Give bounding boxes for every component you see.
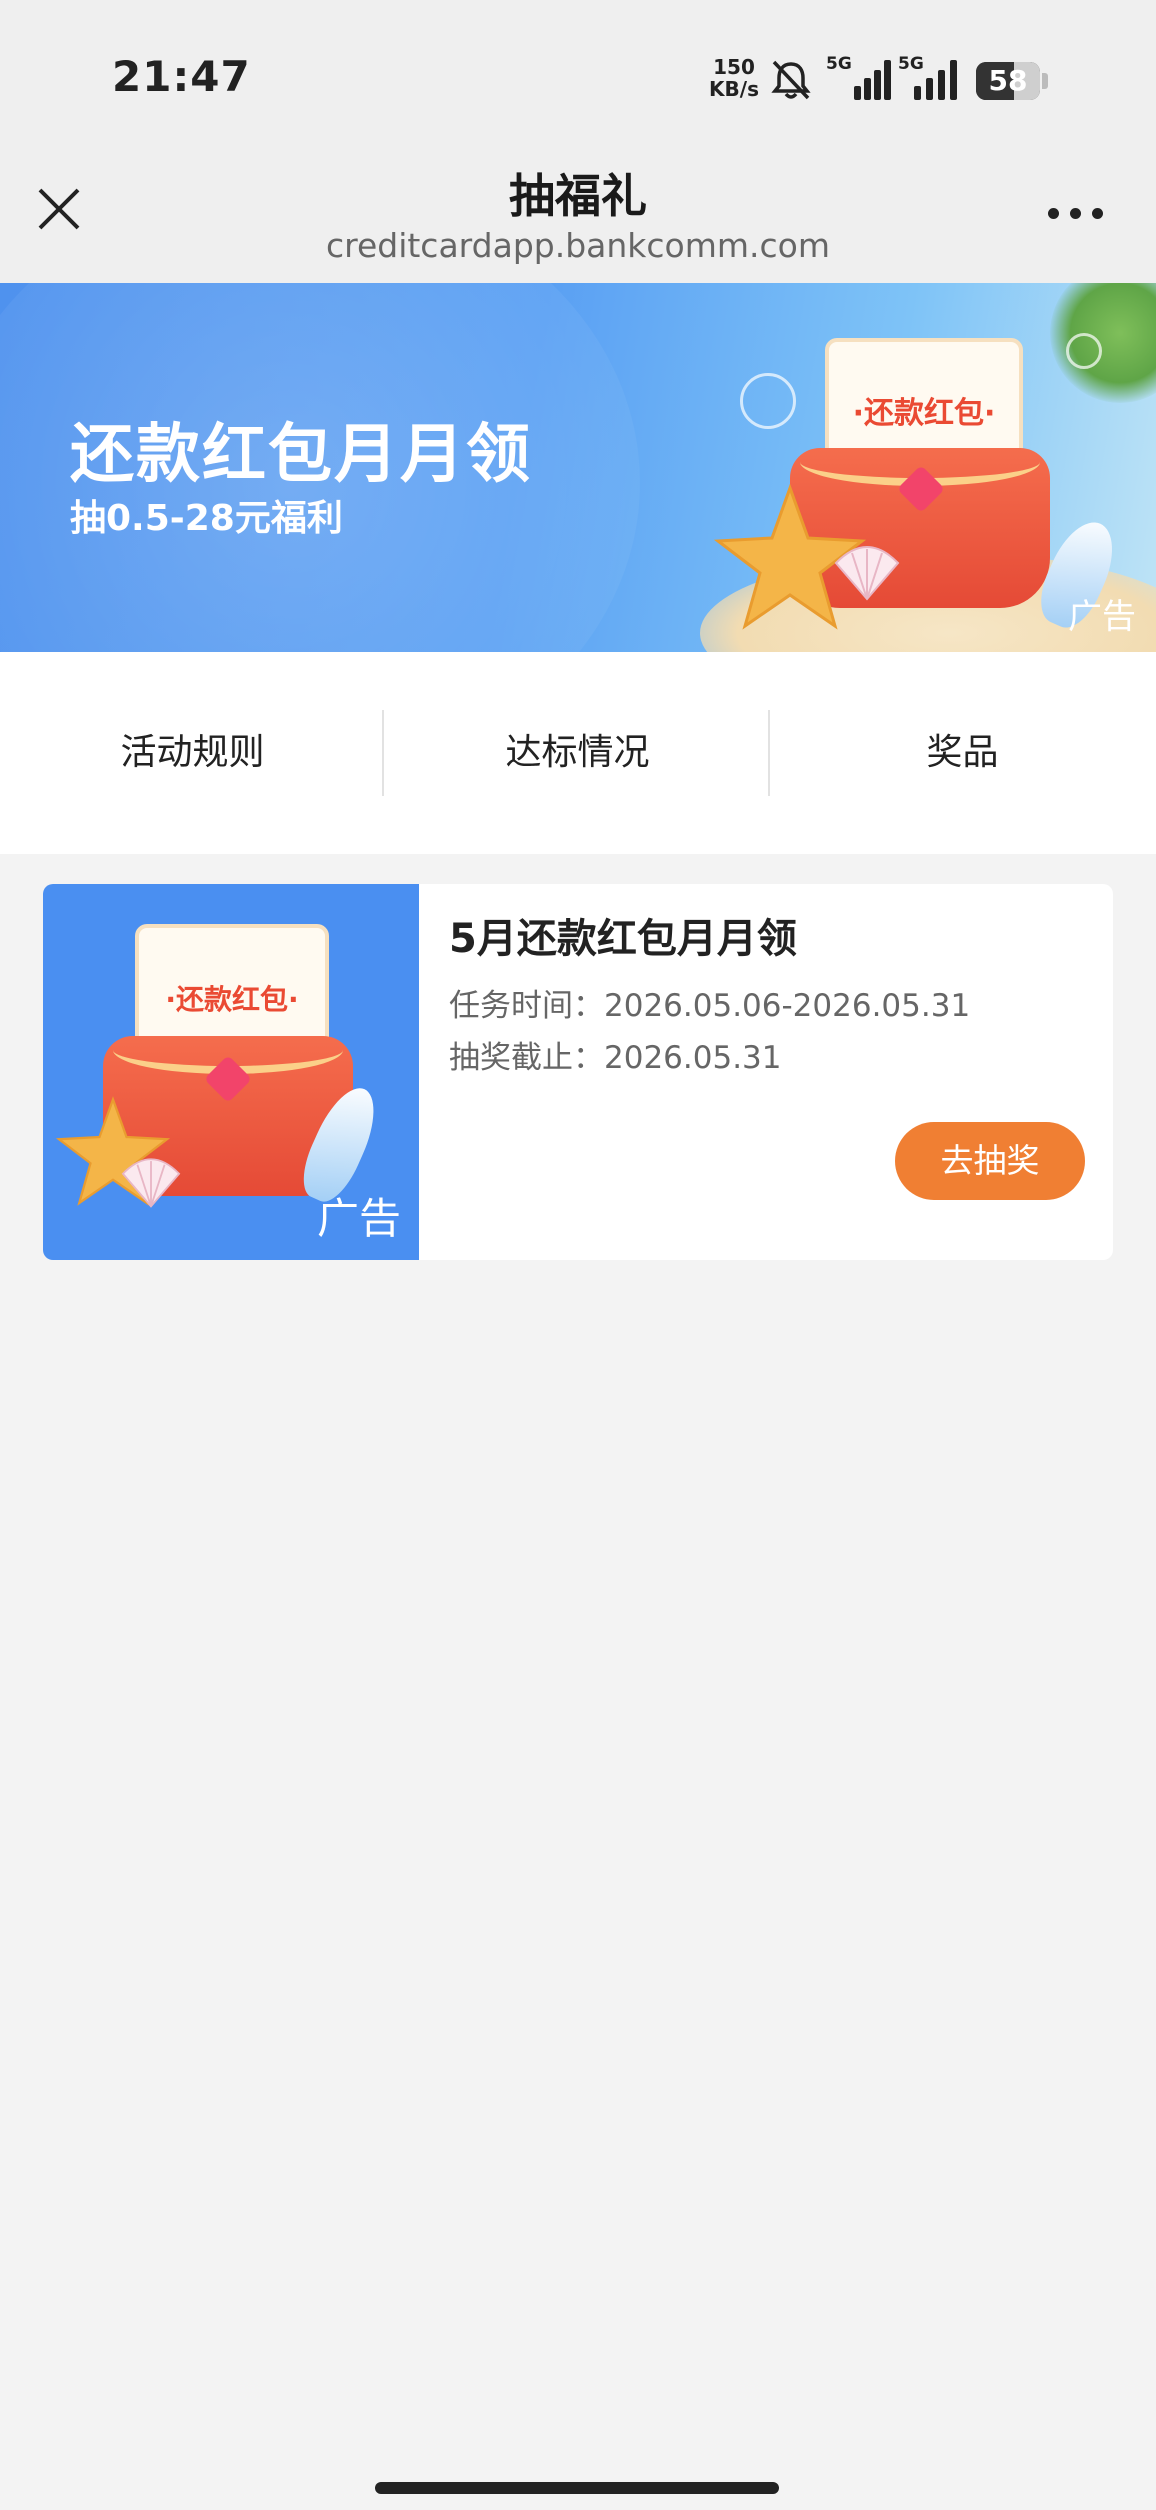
clock: 21:47 — [112, 52, 251, 101]
banner-title: 还款红包月月领 — [70, 418, 532, 492]
page-title: 抽福礼 — [509, 169, 647, 223]
ad-label: 广告 — [1068, 597, 1136, 637]
network-speed-value: 150 — [713, 55, 755, 79]
network-speed-unit: KB/s — [709, 77, 759, 101]
promo-banner[interactable]: ·还款红包· 还款红包月月领 抽0.5-28元福利 广告 — [0, 283, 1156, 652]
tab-compliance-status[interactable]: 达标情况 — [385, 652, 770, 854]
bubble-decoration-2 — [1066, 333, 1102, 369]
shell-icon — [834, 546, 900, 601]
network-speed: 150 KB/s — [704, 56, 764, 100]
sim2-label: 5G — [898, 54, 924, 74]
battery-level: 58 — [988, 64, 1028, 97]
tab-divider — [768, 710, 770, 796]
palm-leaf-decoration — [1050, 283, 1156, 403]
envelope-text: ·还款红包· — [852, 396, 996, 431]
battery-tip — [1042, 73, 1048, 89]
home-indicator[interactable] — [375, 2482, 779, 2494]
thumb-shell-icon — [121, 1158, 181, 1208]
tab-activity-rules[interactable]: 活动规则 — [0, 652, 385, 854]
activity-card[interactable]: ·还款红包· 广告 5月还款红包月月领 任务时间：2026.05.06-2026… — [43, 884, 1113, 1260]
more-options-icon[interactable] — [1040, 188, 1112, 238]
activity-thumbnail: ·还款红包· 广告 — [43, 884, 419, 1260]
tab-divider — [382, 710, 384, 796]
draw-deadline: 抽奖截止：2026.05.31 — [449, 1040, 782, 1076]
task-time: 任务时间：2026.05.06-2026.05.31 — [449, 988, 971, 1024]
signal-sim1-icon: 5G — [826, 52, 892, 100]
status-bar: 21:47 150 KB/s 5G 5G 58 — [0, 0, 1156, 145]
thumb-ad-label: 广告 — [316, 1194, 401, 1243]
go-draw-button[interactable]: 去抽奖 — [895, 1122, 1085, 1200]
banner-subtitle: 抽0.5-28元福利 — [70, 498, 343, 539]
signal-sim2-icon: 5G — [898, 52, 964, 100]
battery-icon: 58 — [976, 62, 1040, 100]
page-url: creditcardapp.bankcomm.com — [325, 226, 831, 265]
thumb-envelope-text: ·还款红包· — [165, 983, 299, 1016]
tab-bar: 活动规则 达标情况 奖品 — [0, 652, 1156, 854]
activity-title: 5月还款红包月月领 — [449, 916, 797, 962]
bubble-decoration — [740, 373, 796, 429]
sim1-label: 5G — [826, 54, 852, 74]
mute-bell-icon — [771, 60, 811, 100]
tab-prizes[interactable]: 奖品 — [770, 652, 1155, 854]
